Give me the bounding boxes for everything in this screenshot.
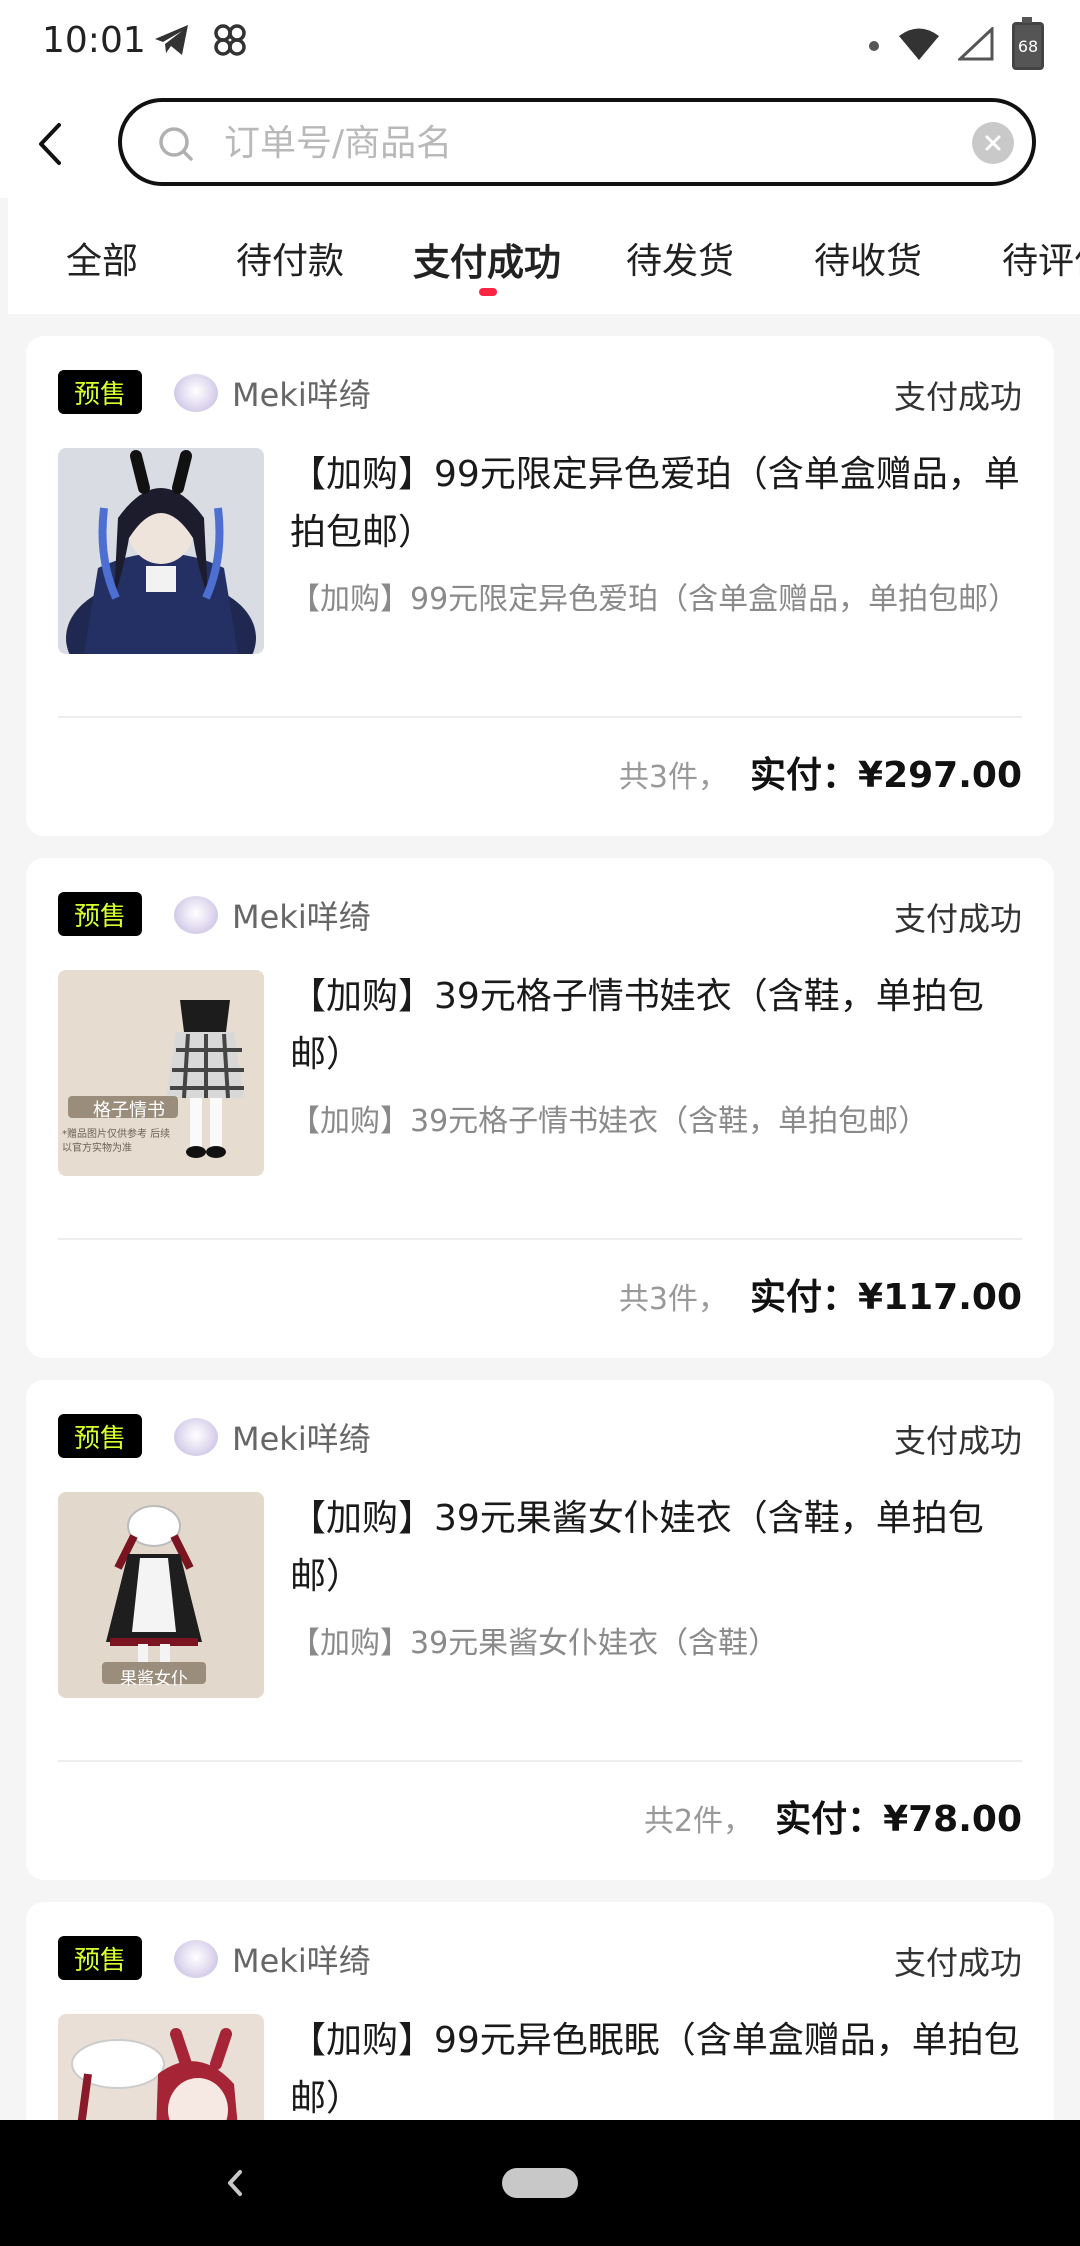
- order-total-row: 共3件， 实付： ¥297.00: [619, 746, 1022, 798]
- divider: [58, 716, 1022, 718]
- status-bar: 10:01 68: [0, 0, 1080, 88]
- wifi-icon: [898, 27, 940, 65]
- shop-logo-icon: [174, 374, 218, 412]
- item-count: 共2件，: [643, 1804, 754, 1839]
- product-spec: 【加购】39元果酱女仆娃衣（含鞋）: [290, 1626, 779, 1661]
- order-card[interactable]: 预售 Meki咩绮 支付成功 【加购】99元限定异色爱珀（含单盒赠品，单拍包邮）…: [26, 336, 1054, 836]
- divider: [58, 1760, 1022, 1762]
- item-count: 共3件，: [618, 1282, 729, 1317]
- search-icon: [158, 126, 194, 166]
- clear-search-button[interactable]: [972, 122, 1014, 164]
- product-title[interactable]: 【加购】39元格子情书娃衣（含鞋，单拍包邮）: [290, 968, 1020, 1084]
- presale-badge: 预售: [58, 370, 142, 414]
- back-arrow-icon: [39, 123, 61, 165]
- order-status: 支付成功: [893, 900, 1022, 938]
- presale-badge: 预售: [58, 892, 142, 936]
- presale-badge: 预售: [58, 1936, 142, 1980]
- image-note: *赠品图片仅供参考 后续以官方实物为准: [62, 1129, 171, 1154]
- paid-label: 实付：: [750, 1277, 859, 1318]
- product-title[interactable]: 【加购】99元异色眠眠（含单盒赠品，单拍包邮）: [290, 2012, 1020, 2128]
- notification-dot-icon: [868, 37, 880, 56]
- pinwheel-icon: [210, 20, 250, 64]
- tab-pending-shipment[interactable]: 待发货: [626, 232, 734, 284]
- product-thumbnail[interactable]: 格子情书 *赠品图片仅供参考 后续以官方实物为准: [58, 970, 264, 1176]
- doll-dark-dress-image: [58, 448, 264, 654]
- tab-pending-receipt[interactable]: 待收货: [814, 232, 922, 284]
- shop-name[interactable]: Meki咩绮: [232, 1414, 371, 1460]
- system-back-button[interactable]: [220, 2160, 250, 2210]
- tab-payment-success[interactable]: 支付成功: [413, 232, 561, 286]
- active-tab-indicator: [479, 288, 497, 296]
- product-thumbnail[interactable]: [58, 448, 264, 654]
- paid-label: 实付：: [775, 1799, 884, 1840]
- paid-amount: ¥297.00: [858, 755, 1022, 796]
- order-card[interactable]: 预售 Meki咩绮 支付成功 果酱女仆 【加购】39元果酱女仆娃衣（含鞋，单拍包…: [26, 1380, 1054, 1880]
- back-arrow-icon: [228, 2170, 242, 2196]
- divider: [58, 1238, 1022, 1240]
- paid-amount: ¥78.00: [883, 1799, 1022, 1840]
- product-title[interactable]: 【加购】99元限定异色爱珀（含单盒赠品，单拍包邮）: [290, 446, 1020, 562]
- status-time: 10:01: [42, 20, 146, 61]
- search-input[interactable]: [222, 114, 966, 172]
- image-caption: 格子情书: [93, 1100, 165, 1121]
- shop-logo-icon: [174, 1940, 218, 1978]
- cell-signal-icon: [956, 25, 994, 65]
- search-header: [0, 88, 1080, 198]
- telegram-icon: [152, 20, 192, 64]
- order-status: 支付成功: [893, 378, 1022, 416]
- shop-name[interactable]: Meki咩绮: [232, 1936, 371, 1982]
- order-card[interactable]: 预售 Meki咩绮 支付成功 格子情书 *赠品图片仅供参考 后续以官方实物为准: [26, 858, 1054, 1358]
- product-title[interactable]: 【加购】39元果酱女仆娃衣（含鞋，单拍包邮）: [290, 1490, 1020, 1606]
- order-total-row: 共2件， 实付： ¥78.00: [644, 1790, 1022, 1842]
- system-navigation-bar: [0, 2120, 1080, 2246]
- product-spec: 【加购】39元格子情书娃衣（含鞋，单拍包邮）: [290, 1104, 929, 1139]
- paid-label: 实付：: [750, 755, 859, 796]
- home-pill-button[interactable]: [502, 2168, 578, 2198]
- product-spec: 【加购】99元限定异色爱珀（含单盒赠品，单拍包邮）: [290, 582, 1019, 617]
- paid-amount: ¥117.00: [858, 1277, 1022, 1318]
- tab-pending-review[interactable]: 待评价: [1002, 232, 1080, 284]
- image-caption: 果酱女仆: [120, 1669, 188, 1689]
- shop-name[interactable]: Meki咩绮: [232, 892, 371, 938]
- tab-pending-payment[interactable]: 待付款: [236, 232, 344, 284]
- shop-name[interactable]: Meki咩绮: [232, 370, 371, 416]
- tab-all[interactable]: 全部: [66, 232, 138, 284]
- item-count: 共3件，: [618, 760, 729, 795]
- product-thumbnail[interactable]: 果酱女仆: [58, 1492, 264, 1698]
- shop-logo-icon: [174, 1418, 218, 1456]
- order-total-row: 共3件， 实付： ¥117.00: [619, 1268, 1022, 1320]
- order-status-tabs: 全部 待付款 支付成功 待发货 待收货 待评价: [8, 198, 1080, 314]
- presale-badge: 预售: [58, 1414, 142, 1458]
- order-status: 支付成功: [893, 1944, 1022, 1982]
- shop-logo-icon: [174, 896, 218, 934]
- back-button[interactable]: [30, 116, 70, 172]
- close-icon: [985, 135, 1001, 151]
- battery-icon: 68: [1012, 17, 1044, 70]
- battery-level: 68: [1017, 36, 1039, 56]
- search-box[interactable]: [118, 98, 1036, 186]
- order-status: 支付成功: [893, 1422, 1022, 1460]
